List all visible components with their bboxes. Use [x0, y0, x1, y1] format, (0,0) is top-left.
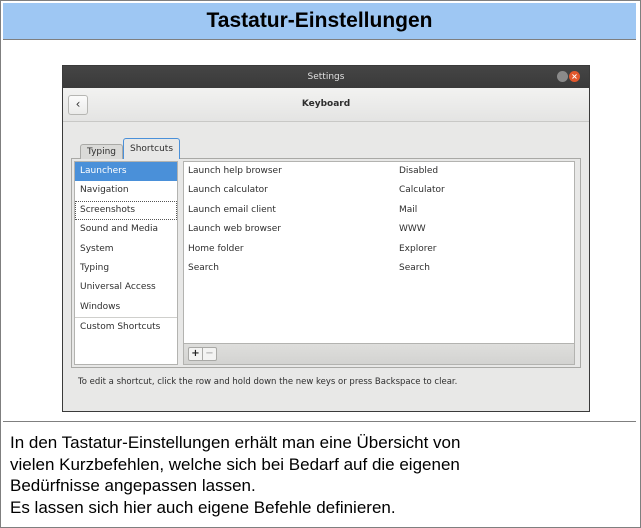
- settings-window: Settings × ‹ Keyboard Typing Shortcuts L…: [62, 65, 590, 412]
- shortcut-description: Search: [188, 262, 219, 273]
- remove-shortcut-button[interactable]: −: [202, 347, 217, 361]
- shortcut-description: Launch help browser: [188, 166, 282, 176]
- close-icon: ×: [571, 72, 578, 81]
- window-title: Settings: [307, 72, 345, 82]
- shortcut-toolbar: + −: [183, 343, 575, 365]
- shortcut-accelerator: Search: [399, 262, 430, 273]
- page-title: Tastatur-Einstellungen: [206, 9, 433, 32]
- shortcut-accelerator: Explorer: [399, 243, 437, 254]
- shortcut-accelerator: Calculator: [399, 185, 445, 196]
- tab-shortcuts[interactable]: Shortcuts: [123, 138, 180, 159]
- shortcut-row[interactable]: Launch calculator Calculator: [184, 181, 574, 200]
- window-titlebar[interactable]: Settings ×: [63, 66, 589, 88]
- shortcut-description: Launch email client: [188, 204, 276, 215]
- shortcut-accelerator: WWW: [399, 224, 426, 235]
- description-line: vielen Kurzbefehlen, welche sich bei Bed…: [10, 454, 460, 474]
- shortcut-description: Launch calculator: [188, 185, 268, 196]
- shortcut-accelerator: Disabled: [399, 166, 439, 176]
- shortcut-row[interactable]: Home folder Explorer: [184, 240, 574, 259]
- plus-icon: +: [191, 348, 200, 359]
- page-header: Tastatur-Einstellungen: [3, 3, 636, 40]
- sidebar-item-typing[interactable]: Typing: [75, 259, 177, 278]
- shortcut-list: Launch help browser Disabled Launch calc…: [183, 161, 575, 343]
- shortcut-description: Home folder: [188, 243, 244, 254]
- header-bar: ‹ Keyboard: [63, 88, 589, 122]
- divider: [3, 421, 636, 422]
- sidebar-item-navigation[interactable]: Navigation: [75, 181, 177, 200]
- shortcut-accelerator: Mail: [399, 204, 418, 215]
- shortcut-category-list: Launchers Navigation Screenshots Sound a…: [74, 161, 178, 365]
- description-line: In den Tastatur-Einstellungen erhält man…: [10, 433, 461, 452]
- help-hint: To edit a shortcut, click the row and ho…: [78, 377, 458, 387]
- shortcut-description: Launch web browser: [188, 224, 281, 235]
- description-line: Bedürfnisse angepassen lassen.: [10, 476, 256, 495]
- sidebar-item-system[interactable]: System: [75, 240, 177, 259]
- shortcut-row[interactable]: Search Search: [184, 259, 574, 278]
- sidebar-item-screenshots[interactable]: Screenshots: [75, 200, 177, 221]
- tab-typing[interactable]: Typing: [80, 144, 123, 159]
- description-text: In den Tastatur-Einstellungen erhält man…: [10, 432, 630, 518]
- shortcut-row[interactable]: Launch email client Mail: [184, 201, 574, 220]
- minimize-button[interactable]: [557, 71, 568, 82]
- shortcut-row[interactable]: Launch web browser WWW: [184, 220, 574, 239]
- panel-title: Keyboard: [301, 99, 351, 109]
- add-shortcut-button[interactable]: +: [188, 347, 203, 361]
- shortcut-row[interactable]: Launch help browser Disabled: [184, 162, 574, 181]
- sidebar-item-custom-shortcuts[interactable]: Custom Shortcuts: [75, 318, 177, 337]
- minus-icon: −: [205, 348, 214, 359]
- close-button[interactable]: ×: [569, 71, 580, 82]
- sidebar-item-sound-and-media[interactable]: Sound and Media: [75, 220, 177, 239]
- description-line: Es lassen sich hier auch eigene Befehle …: [10, 497, 396, 517]
- sidebar-item-universal-access[interactable]: Universal Access: [75, 278, 177, 297]
- sidebar-item-windows[interactable]: Windows: [75, 298, 177, 317]
- sidebar-item-launchers[interactable]: Launchers: [75, 162, 177, 182]
